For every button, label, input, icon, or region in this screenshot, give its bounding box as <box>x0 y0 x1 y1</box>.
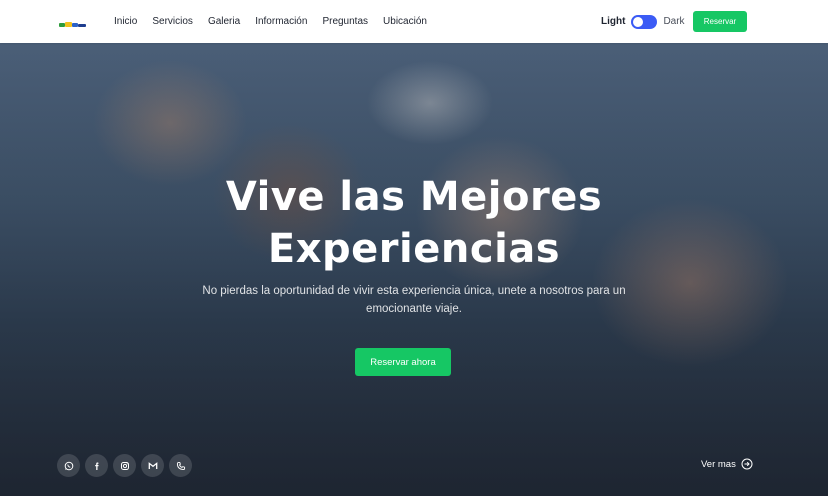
hero-title-line-1: Vive las Mejores <box>225 174 603 220</box>
hero-title: Vive las Mejores Experiencias <box>0 171 828 275</box>
navbar: Inicio Servicios Galeria Información Pre… <box>0 0 828 43</box>
logo[interactable] <box>59 16 86 27</box>
reserve-now-button[interactable]: Reservar ahora <box>355 348 451 376</box>
nav-link-servicios[interactable]: Servicios <box>152 16 193 27</box>
nav-link-inicio[interactable]: Inicio <box>114 16 137 27</box>
facebook-icon[interactable] <box>85 454 108 477</box>
theme-toggle-knob <box>633 16 644 27</box>
theme-toggle[interactable] <box>631 14 658 29</box>
reserve-button[interactable]: Reservar <box>693 11 747 32</box>
instagram-icon[interactable] <box>113 454 136 477</box>
hero-content: Vive las Mejores Experiencias No pierdas… <box>0 43 828 496</box>
social-links <box>57 454 192 477</box>
arrow-right-circle-icon <box>741 458 753 470</box>
main-nav: Inicio Servicios Galeria Información Pre… <box>114 0 442 43</box>
hero-subtitle: No pierdas la oportunidad de vivir esta … <box>202 285 626 315</box>
nav-link-ubicacion[interactable]: Ubicación <box>383 16 427 27</box>
theme-light-label: Light <box>601 16 626 27</box>
hero-title-line-2: Experiencias <box>267 226 561 272</box>
phone-icon[interactable] <box>169 454 192 477</box>
ver-mas-label: Ver mas <box>701 458 736 470</box>
whatsapp-icon[interactable] <box>57 454 80 477</box>
ver-mas-link[interactable]: Ver mas <box>701 458 753 470</box>
gmail-icon[interactable] <box>141 454 164 477</box>
theme-switcher: Light Dark <box>601 0 685 43</box>
theme-dark-label: Dark <box>663 16 685 27</box>
nav-link-preguntas[interactable]: Preguntas <box>322 16 368 27</box>
nav-link-informacion[interactable]: Información <box>255 16 307 27</box>
hero-section: Vive las Mejores Experiencias No pierdas… <box>0 43 828 496</box>
nav-link-galeria[interactable]: Galeria <box>208 16 240 27</box>
